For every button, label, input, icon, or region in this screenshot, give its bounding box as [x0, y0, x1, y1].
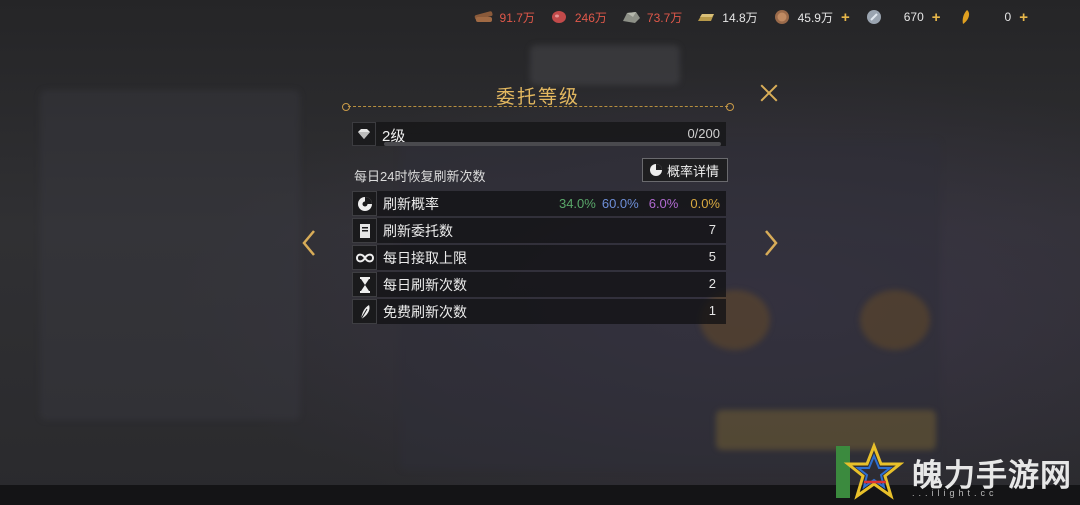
prev-arrow-button[interactable] [300, 228, 318, 258]
iron-value: 14.8万 [722, 10, 758, 25]
resource-stone: 73.7万 [621, 9, 682, 26]
stat-label: 刷新委托数 [383, 222, 453, 239]
feather-gem-icon [962, 10, 969, 24]
silver-icon [866, 10, 881, 24]
meat-icon [551, 11, 566, 23]
feather-gem-value: 0 [1004, 10, 1012, 24]
stat-value: 2 [708, 276, 716, 291]
level-progress-bar [384, 142, 721, 146]
resource-wood: 91.7万 [474, 9, 535, 26]
resource-feather-gem: 0 + [955, 9, 1028, 26]
stat-value: 5 [708, 249, 716, 264]
meat-value: 246万 [574, 10, 607, 25]
add-coin-button[interactable]: + [841, 9, 850, 26]
probability-details-label: 概率详情 [667, 163, 720, 179]
infinity-icon [352, 245, 377, 270]
coin-value: 45.9万 [797, 10, 833, 25]
commission-level-dialog: 委托等级 2级 0/200 每日24时恢复刷新次数 概率详情 刷新概率 34.0… [340, 80, 736, 330]
stat-row-daily-refresh-count: 每日刷新次数 2 [352, 272, 726, 297]
wood-value: 91.7万 [499, 10, 535, 25]
resource-iron: 14.8万 [696, 9, 758, 26]
probability-purple: 6.0% [648, 196, 679, 211]
stat-row-free-refresh-count: 免费刷新次数 1 [352, 299, 726, 324]
add-silver-button[interactable]: + [932, 9, 941, 26]
hourglass-icon [352, 272, 377, 297]
close-button[interactable] [758, 82, 780, 104]
resource-silver: 670 + [864, 9, 941, 26]
chevron-left-icon [302, 230, 315, 256]
stat-label: 刷新概率 [383, 195, 439, 212]
next-arrow-button[interactable] [762, 228, 780, 258]
daily-reset-label: 每日24时恢复刷新次数 [354, 169, 486, 184]
stat-row-refresh-count: 刷新委托数 7 [352, 218, 726, 243]
title-divider [342, 103, 734, 111]
watermark-url: ...ilight.cc [912, 488, 998, 498]
stats-list: 刷新概率 34.0% 60.0% 6.0% 0.0% 刷新委托数 7 每日接取上… [352, 191, 726, 326]
stat-label: 每日刷新次数 [383, 276, 467, 293]
probability-green: 34.0% [558, 196, 596, 211]
stat-row-refresh-probability: 刷新概率 34.0% 60.0% 6.0% 0.0% [352, 191, 726, 216]
silver-value: 670 [903, 10, 924, 24]
stone-value: 73.7万 [646, 10, 683, 25]
probability-details-button[interactable]: 概率详情 [642, 158, 728, 182]
iron-icon [698, 14, 715, 21]
scroll-icon [352, 218, 377, 243]
diamond-level-icon [352, 122, 376, 146]
coin-icon [774, 10, 789, 24]
stat-label: 免费刷新次数 [383, 303, 467, 320]
level-progress-text: 0/200 [687, 126, 720, 141]
stat-value: 1 [708, 303, 716, 318]
stat-value: 7 [708, 222, 716, 237]
pie-chart-icon [650, 164, 662, 176]
star-logo-icon [836, 442, 904, 500]
feather-icon [352, 299, 377, 324]
chevron-right-icon [765, 230, 778, 256]
stat-label: 每日接取上限 [383, 249, 467, 266]
resource-meat: 246万 [549, 9, 607, 26]
probability-gold: 0.0% [690, 196, 720, 211]
resource-coin: 45.9万 + [772, 9, 850, 26]
stat-row-daily-accept-limit: 每日接取上限 5 [352, 245, 726, 270]
pie-chart-icon [352, 191, 377, 216]
wood-icon [474, 11, 493, 22]
site-watermark: 魄力手游网 ...ilight.cc [828, 440, 1080, 505]
dialog-title: 委托等级 [495, 87, 580, 108]
add-feather-gem-button[interactable]: + [1019, 9, 1028, 26]
resource-bar: 91.7万 246万 73.7万 14.8万 45.9万 + 670 + 0 + [474, 6, 1028, 28]
stone-icon [622, 12, 640, 23]
probability-values: 34.0% 60.0% 6.0% 0.0% [559, 196, 720, 211]
probability-blue: 60.0% [601, 196, 639, 211]
